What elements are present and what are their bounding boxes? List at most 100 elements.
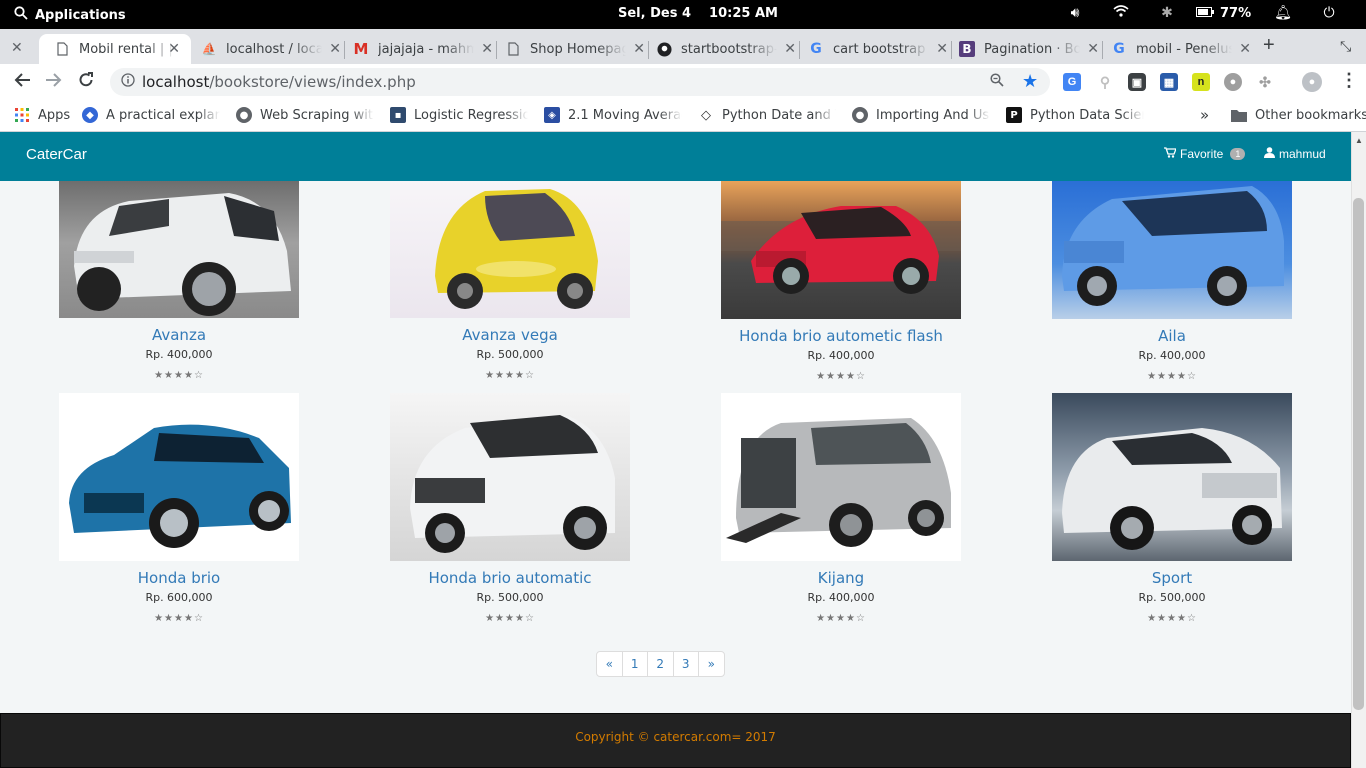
puzzle-extension-icon[interactable]: ✣: [1256, 73, 1274, 91]
tab-title: Mobil rental | |: [79, 41, 173, 57]
bookmark-star-icon[interactable]: ★: [1022, 71, 1038, 92]
product-name-link[interactable]: Avanza: [59, 326, 299, 346]
bookmark-label: Web Scraping with P: [260, 107, 374, 123]
pagination-next[interactable]: »: [698, 651, 725, 677]
product-card: Honda brio automatic Rp. 500,000 ★★★★☆: [390, 393, 630, 624]
product-name-link[interactable]: Honda brio automatic: [390, 569, 630, 589]
close-icon[interactable]: ✕: [633, 41, 645, 57]
bookmark-label: 2.1 Moving Average: [568, 107, 682, 123]
bookmark-web-scraping[interactable]: ● Web Scraping with P: [236, 107, 374, 123]
github-icon: [656, 41, 672, 57]
pagination-prev[interactable]: «: [596, 651, 623, 677]
profile-avatar-icon[interactable]: ●: [1302, 72, 1322, 92]
bookmark-practical-explanation[interactable]: ◆ A practical explanati: [82, 107, 220, 123]
circle-extension-icon[interactable]: ●: [1224, 73, 1242, 91]
shield-extension-icon[interactable]: ▣: [1128, 73, 1146, 91]
info-icon[interactable]: [121, 73, 135, 90]
user-link[interactable]: mahmud: [1264, 147, 1326, 161]
url-path: /bookstore/views/index.php: [209, 73, 416, 91]
tab-bootstrap-pagination[interactable]: B Pagination · Boo ✕: [959, 34, 1099, 64]
translate-extension-icon[interactable]: G: [1063, 73, 1081, 91]
product-name-link[interactable]: Honda brio: [59, 569, 299, 589]
applications-menu[interactable]: Applications: [14, 6, 126, 24]
car-photo-white-suv[interactable]: [59, 181, 299, 318]
bookmark-logistic-regression[interactable]: ▪ Logistic Regression: [390, 107, 528, 123]
tab-shop-homepage[interactable]: Shop Homepage ✕: [505, 34, 645, 64]
close-icon[interactable]: ✕: [784, 41, 796, 57]
zoom-icon[interactable]: [990, 73, 1004, 91]
car-photo-yellow-hatchback[interactable]: [390, 181, 630, 318]
kebab-menu-icon[interactable]: ⋮: [1340, 70, 1358, 91]
cart-icon: [1164, 147, 1177, 161]
bluetooth-off-icon[interactable]: ✱: [1144, 5, 1190, 21]
bookmark-importing-and-using[interactable]: ● Importing And Using: [852, 107, 990, 123]
pagination: « 1 2 3 »: [596, 651, 725, 677]
car-photo-white-suv-rush[interactable]: [390, 393, 630, 561]
search-icon: [14, 6, 28, 24]
tab-google-cart[interactable]: G cart bootstrap w ✕: [808, 34, 948, 64]
n-extension-icon[interactable]: n: [1192, 73, 1210, 91]
product-name-link[interactable]: Sport: [1052, 569, 1292, 589]
box-extension-icon[interactable]: ▦: [1160, 73, 1178, 91]
favorite-link[interactable]: Favorite 1: [1164, 147, 1246, 161]
tab-gmail[interactable]: M jajajaja - mahmu ✕: [353, 34, 493, 64]
forward-arrow-icon[interactable]: [45, 72, 63, 93]
car-photo-blue-coupe[interactable]: [59, 393, 299, 561]
other-bookmarks[interactable]: Other bookmarks: [1231, 107, 1366, 123]
car-photo-white-pickup[interactable]: [1052, 393, 1292, 561]
tab-mobil-rental[interactable]: Mobil rental | | ✕: [39, 34, 191, 64]
bookmark-python-date[interactable]: ◇ Python Date and Tim: [698, 107, 836, 123]
close-icon[interactable]: ✕: [1087, 41, 1099, 57]
clock[interactable]: Sel, Des 4 10:25 AM: [618, 6, 778, 21]
close-tab-icon[interactable]: ✕: [11, 39, 23, 56]
tab-title: cart bootstrap w: [833, 41, 929, 57]
product-price: Rp. 400,000: [1138, 349, 1206, 362]
site-brand[interactable]: CaterCar: [26, 146, 87, 163]
new-tab-plus-icon[interactable]: +: [1263, 34, 1275, 57]
bell-icon[interactable]: 🔔︎: [1260, 5, 1306, 21]
bookmark-python-data-science[interactable]: P Python Data Science: [1006, 107, 1144, 123]
search-extension-icon[interactable]: ⚲: [1096, 73, 1114, 91]
tab-google-mobil[interactable]: G mobil - Penelusu ✕: [1111, 34, 1251, 64]
pagination-page-2[interactable]: 2: [647, 651, 674, 677]
pagination-page-3[interactable]: 3: [672, 651, 699, 677]
bookmark-moving-average[interactable]: ◈ 2.1 Moving Average: [544, 107, 682, 123]
volume-icon[interactable]: 🔊︎: [1052, 5, 1098, 21]
close-icon[interactable]: ✕: [168, 41, 180, 57]
bookmark-apps[interactable]: Apps: [14, 107, 70, 123]
wifi-icon[interactable]: [1098, 5, 1144, 21]
product-name-link[interactable]: Aila: [1052, 327, 1292, 347]
date-label: Sel, Des 4: [618, 6, 692, 21]
reload-icon[interactable]: [78, 72, 94, 93]
tab-phpmyadmin[interactable]: ⛵ localhost / localh ✕: [201, 34, 341, 64]
shield-icon: ◆: [82, 107, 98, 123]
tab-github[interactable]: startbootstrap- ✕: [656, 34, 796, 64]
more-bookmarks-chevron[interactable]: »: [1200, 106, 1209, 124]
close-icon[interactable]: ✕: [1239, 41, 1251, 57]
product-name-link[interactable]: Honda brio autometic flash: [721, 327, 961, 347]
star-rating: ★★★★☆: [1147, 371, 1197, 382]
address-bar[interactable]: localhost/bookstore/views/index.php ★: [110, 68, 1050, 96]
product-name-link[interactable]: Kijang: [721, 569, 961, 589]
close-icon[interactable]: ✕: [481, 41, 493, 57]
google-icon: G: [1113, 41, 1125, 57]
google-icon: G: [810, 41, 822, 57]
car-photo-red-sedan[interactable]: [721, 181, 961, 319]
tab-title: Shop Homepage: [530, 41, 626, 57]
power-icon[interactable]: ⏻: [1306, 5, 1352, 21]
bootstrap-icon: B: [959, 41, 975, 57]
url-text[interactable]: localhost/bookstore/views/index.php: [142, 73, 416, 91]
close-icon[interactable]: ✕: [329, 41, 341, 57]
back-arrow-icon[interactable]: [13, 72, 31, 93]
footer-copyright: Copyright © catercar.com= 2017: [575, 730, 776, 744]
scroll-up-arrow-icon[interactable]: ▲: [1355, 136, 1363, 145]
minimize-window-icon[interactable]: ⤡: [1340, 38, 1351, 55]
product-name-link[interactable]: Avanza vega: [390, 326, 630, 346]
car-photo-blue-minivan[interactable]: [1052, 181, 1292, 319]
star-rating: ★★★★☆: [154, 613, 204, 624]
car-photo-silver-minivan[interactable]: [721, 393, 961, 561]
battery-icon[interactable]: [1190, 5, 1220, 21]
close-icon[interactable]: ✕: [936, 41, 948, 57]
pagination-page-1[interactable]: 1: [621, 651, 648, 677]
page-scrollbar-thumb[interactable]: [1353, 198, 1364, 710]
